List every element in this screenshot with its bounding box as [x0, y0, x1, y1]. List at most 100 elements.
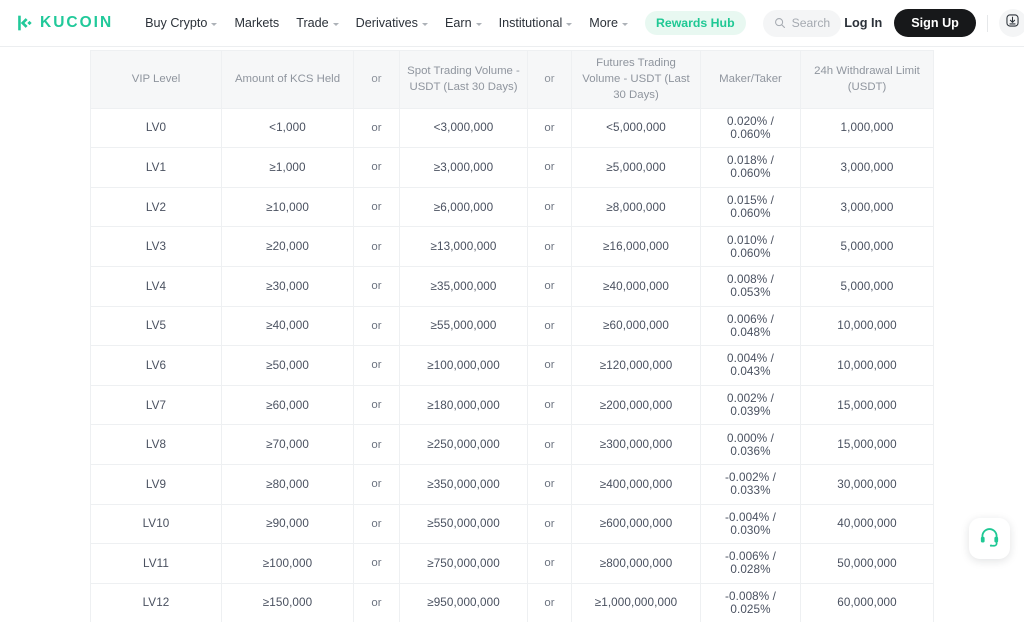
- kcs-held-cell: ≥30,000: [221, 265, 354, 307]
- nav-item-institutional[interactable]: Institutional: [499, 17, 573, 30]
- vip-level-cell: LV8: [90, 424, 222, 465]
- or-cell: or: [353, 305, 400, 347]
- kcs-held-cell: ≥70,000: [221, 424, 354, 465]
- or-cell: or: [353, 345, 400, 386]
- or-cell: or: [527, 305, 572, 347]
- or-cell: or: [527, 503, 572, 545]
- maker-taker-cell: 0.004% / 0.043%: [700, 345, 801, 386]
- header-right-actions: Log In Sign Up: [841, 8, 1024, 38]
- spot-volume-cell: ≥750,000,000: [399, 543, 528, 584]
- withdrawal-limit-cell: 10,000,000: [800, 305, 934, 347]
- search-box[interactable]: Search: [762, 9, 842, 37]
- spot-volume-cell: ≥180,000,000: [399, 384, 528, 426]
- header-divider-right: [986, 14, 988, 32]
- or-cell: or: [353, 147, 400, 188]
- or-cell: or: [353, 226, 400, 267]
- customer-support-button[interactable]: [969, 518, 1010, 559]
- withdrawal-limit-cell: 15,000,000: [800, 384, 934, 426]
- column-header-vip-level: VIP Level: [90, 50, 222, 109]
- table-row: LV8 ≥70,000 or ≥250,000,000 or ≥300,000,000 0.…: [90, 424, 934, 465]
- futures-volume-cell: ≥120,000,000: [571, 345, 701, 386]
- or-cell: or: [353, 107, 400, 149]
- spot-volume-cell: <3,000,000: [399, 107, 528, 149]
- nav-item-derivatives[interactable]: Derivatives: [356, 17, 428, 30]
- nav-label: Buy Crypto: [145, 15, 208, 30]
- kcs-held-cell: ≥80,000: [221, 463, 354, 505]
- or-cell: or: [353, 503, 400, 545]
- maker-taker-cell: 0.010% / 0.060%: [700, 226, 801, 267]
- or-cell: or: [353, 582, 400, 622]
- vip-level-cell: LV12: [90, 582, 222, 622]
- maker-taker-cell: 0.020% / 0.060%: [700, 107, 801, 149]
- or-cell: or: [527, 265, 572, 307]
- vip-level-cell: LV3: [90, 226, 222, 267]
- withdrawal-limit-cell: 5,000,000: [800, 226, 934, 267]
- kucoin-logo-icon: [14, 13, 34, 33]
- search-input[interactable]: Search: [792, 17, 831, 29]
- nav-label: Trade: [296, 15, 329, 30]
- or-cell: or: [527, 582, 572, 622]
- nav-item-more[interactable]: More: [589, 17, 628, 30]
- vip-level-cell: LV11: [90, 543, 222, 584]
- chevron-down-icon: [622, 22, 628, 26]
- or-cell: or: [353, 424, 400, 465]
- column-header-withdrawal-limit: 24h Withdrawal Limit (USDT): [800, 50, 934, 109]
- rewards-hub-button[interactable]: Rewards Hub: [645, 10, 746, 36]
- maker-taker-cell: 0.018% / 0.060%: [700, 147, 801, 188]
- login-button[interactable]: Log In: [841, 16, 885, 30]
- vip-level-cell: LV9: [90, 463, 222, 505]
- futures-volume-cell: ≥60,000,000: [571, 305, 701, 347]
- vip-levels-table: VIP Level Amount of KCS Held or Spot Tra…: [90, 50, 934, 622]
- futures-volume-cell: ≥5,000,000: [571, 147, 701, 188]
- chevron-down-icon: [475, 22, 482, 26]
- maker-taker-cell: 0.000% / 0.036%: [700, 424, 801, 465]
- spot-volume-cell: ≥3,000,000: [399, 147, 528, 188]
- or-cell: or: [527, 424, 572, 465]
- kcs-held-cell: ≥10,000: [221, 186, 354, 228]
- futures-volume-cell: <5,000,000: [571, 107, 701, 149]
- or-cell: or: [527, 463, 572, 505]
- kucoin-logo[interactable]: KUCOIN: [14, 13, 113, 33]
- kcs-held-cell: ≥90,000: [221, 503, 354, 545]
- withdrawal-limit-cell: 30,000,000: [800, 463, 934, 505]
- chevron-down-icon: [566, 22, 573, 26]
- nav-item-earn[interactable]: Earn: [445, 17, 482, 30]
- or-cell: or: [353, 463, 400, 505]
- kcs-held-cell: <1,000: [221, 107, 354, 149]
- signup-button[interactable]: Sign Up: [894, 8, 976, 38]
- kcs-held-cell: ≥150,000: [221, 582, 354, 622]
- nav-item-buy-crypto[interactable]: Buy Crypto: [145, 15, 218, 30]
- maker-taker-cell: 0.002% / 0.039%: [700, 384, 801, 426]
- or-cell: or: [353, 543, 400, 584]
- futures-volume-cell: ≥1,000,000,000: [571, 582, 701, 622]
- vip-level-cell: LV0: [90, 107, 222, 149]
- vip-level-cell: LV6: [90, 345, 222, 386]
- nav-item-trade[interactable]: Trade: [296, 15, 339, 30]
- table-body: LV0 <1,000 or <3,000,000 or <5,000,000 0.020% …: [90, 107, 934, 622]
- maker-taker-cell: -0.008% / 0.025%: [700, 582, 801, 622]
- nav-item-markets[interactable]: Markets: [234, 17, 279, 30]
- column-header-maker-taker: Maker/Taker: [700, 50, 801, 109]
- download-app-button[interactable]: [998, 9, 1024, 37]
- table-row: LV0 <1,000 or <3,000,000 or <5,000,000 0.020% …: [90, 107, 934, 149]
- nav-label: Derivatives: [355, 15, 418, 30]
- or-cell: or: [527, 226, 572, 267]
- or-cell: or: [527, 384, 572, 426]
- vip-level-cell: LV2: [90, 186, 222, 228]
- table-row: LV5 ≥40,000 or ≥55,000,000 or ≥60,000,000 0.00…: [90, 305, 934, 347]
- futures-volume-cell: ≥800,000,000: [571, 543, 701, 584]
- spot-volume-cell: ≥350,000,000: [399, 463, 528, 505]
- spot-volume-cell: ≥6,000,000: [399, 186, 528, 228]
- search-icon: [774, 17, 786, 29]
- futures-volume-cell: ≥16,000,000: [571, 226, 701, 267]
- kcs-held-cell: ≥1,000: [221, 147, 354, 188]
- futures-volume-cell: ≥40,000,000: [571, 265, 701, 307]
- vip-level-cell: LV7: [90, 384, 222, 426]
- or-cell: or: [527, 147, 572, 188]
- nav-label: More: [589, 15, 618, 30]
- nav-label: Institutional: [498, 15, 563, 30]
- table-row: LV11 ≥100,000 or ≥750,000,000 or ≥800,000,000…: [90, 543, 934, 584]
- chevron-down-icon: [421, 22, 428, 26]
- table-row: LV9 ≥80,000 or ≥350,000,000 or ≥400,000,000 -0…: [90, 463, 934, 505]
- withdrawal-limit-cell: 5,000,000: [800, 265, 934, 307]
